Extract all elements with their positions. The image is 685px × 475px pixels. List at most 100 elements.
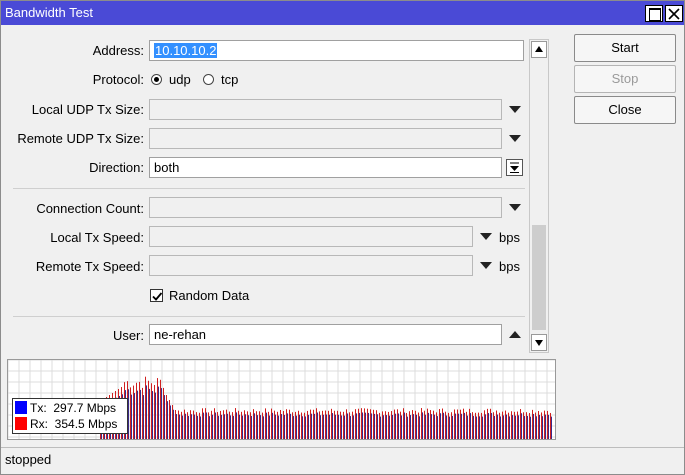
tx-bar bbox=[416, 414, 417, 439]
remote-tx-speed-label: Remote Tx Speed: bbox=[35, 259, 144, 274]
user-collapse-icon[interactable] bbox=[509, 331, 521, 338]
tx-bar bbox=[179, 414, 180, 439]
tx-bar bbox=[428, 412, 429, 439]
direction-dropdown-button[interactable] bbox=[506, 159, 523, 176]
tx-bar bbox=[455, 413, 456, 439]
rx-bar bbox=[352, 411, 353, 439]
tx-bar bbox=[389, 415, 390, 439]
tx-bar bbox=[506, 414, 507, 439]
tx-bar bbox=[203, 412, 204, 439]
rx-bar bbox=[187, 412, 188, 439]
rx-bar bbox=[412, 410, 413, 439]
protocol-tcp-radio[interactable] bbox=[203, 74, 214, 85]
scrollbar-thumb[interactable] bbox=[532, 225, 546, 330]
tx-bar bbox=[161, 388, 162, 439]
direction-select[interactable]: both bbox=[149, 157, 502, 178]
tx-bar bbox=[182, 415, 183, 439]
tx-bar bbox=[215, 412, 216, 439]
local-tx-speed-dropdown-icon[interactable] bbox=[480, 233, 492, 240]
local-tx-speed-field[interactable] bbox=[149, 226, 473, 247]
rx-bar bbox=[427, 408, 428, 439]
rx-value: 354.5 Mbps bbox=[54, 417, 118, 431]
rx-bar bbox=[133, 385, 134, 439]
rx-bar bbox=[325, 410, 326, 439]
rx-bar bbox=[307, 410, 308, 439]
tx-value: 297.7 Mbps bbox=[53, 401, 117, 415]
user-input[interactable]: ne-rehan bbox=[149, 324, 502, 345]
remote-udp-tx-size-field[interactable] bbox=[149, 128, 502, 149]
tx-bar bbox=[224, 414, 225, 439]
rx-bar bbox=[175, 410, 176, 439]
rx-bar bbox=[379, 412, 380, 439]
tx-bar bbox=[482, 416, 483, 439]
rx-bar bbox=[343, 411, 344, 439]
scroll-up-button[interactable] bbox=[531, 41, 547, 58]
tx-bar bbox=[401, 415, 402, 439]
rx-bar bbox=[373, 409, 374, 439]
form-scrollbar[interactable] bbox=[529, 39, 549, 353]
rx-bar bbox=[523, 412, 524, 439]
tx-bar bbox=[419, 416, 420, 439]
rx-bar bbox=[529, 412, 530, 439]
start-button[interactable]: Start bbox=[574, 34, 676, 62]
tx-bar bbox=[146, 385, 147, 439]
settings-form: Address: 10.10.10.2 Protocol: udp tcp Lo… bbox=[5, 33, 551, 353]
tx-bar bbox=[281, 414, 282, 439]
connection-count-dropdown-icon[interactable] bbox=[509, 204, 521, 211]
rx-bar bbox=[271, 408, 272, 439]
rx-bar bbox=[190, 410, 191, 439]
tx-bar bbox=[221, 414, 222, 439]
rx-bar bbox=[142, 387, 143, 439]
rx-bar bbox=[382, 411, 383, 439]
tx-bar bbox=[260, 415, 261, 439]
rx-bar bbox=[550, 412, 551, 439]
title-bar[interactable]: Bandwidth Test bbox=[1, 1, 684, 25]
tx-bar bbox=[371, 413, 372, 439]
remote-udp-tx-size-dropdown-icon[interactable] bbox=[509, 135, 521, 142]
rx-bar bbox=[157, 378, 158, 439]
tx-bar bbox=[536, 416, 537, 439]
protocol-udp-radio[interactable] bbox=[151, 74, 162, 85]
tx-bar bbox=[311, 413, 312, 439]
rx-bar bbox=[193, 410, 194, 439]
address-input[interactable]: 10.10.10.2 bbox=[149, 40, 524, 61]
stop-button[interactable]: Stop bbox=[574, 65, 676, 93]
tx-bar bbox=[368, 412, 369, 439]
close-window-button[interactable] bbox=[665, 5, 683, 22]
tx-bar bbox=[395, 413, 396, 439]
rx-bar bbox=[475, 412, 476, 439]
local-udp-tx-size-dropdown-icon[interactable] bbox=[509, 106, 521, 113]
tx-bar bbox=[500, 416, 501, 439]
tx-bar bbox=[299, 414, 300, 439]
connection-count-label: Connection Count: bbox=[36, 201, 144, 216]
rx-bar bbox=[154, 385, 155, 439]
rx-bar bbox=[403, 408, 404, 439]
rx-bar bbox=[508, 412, 509, 439]
scroll-down-button[interactable] bbox=[531, 334, 547, 351]
rx-bar bbox=[430, 410, 431, 439]
rx-bar bbox=[469, 408, 470, 439]
tx-bar bbox=[206, 412, 207, 439]
tx-bar bbox=[344, 415, 345, 439]
local-udp-tx-size-field[interactable] bbox=[149, 99, 502, 120]
tx-bar bbox=[392, 414, 393, 439]
maximize-button[interactable] bbox=[645, 5, 663, 22]
remote-tx-speed-field[interactable] bbox=[149, 255, 473, 276]
rx-bar bbox=[247, 411, 248, 439]
connection-count-field[interactable] bbox=[149, 197, 502, 218]
tx-bar bbox=[458, 413, 459, 439]
tx-bar bbox=[233, 415, 234, 439]
tx-bar bbox=[347, 413, 348, 439]
tx-bar bbox=[530, 416, 531, 439]
rx-bar bbox=[376, 410, 377, 439]
tx-bar bbox=[302, 416, 303, 439]
remote-tx-speed-dropdown-icon[interactable] bbox=[480, 262, 492, 269]
random-data-checkbox[interactable] bbox=[150, 289, 163, 302]
tx-bar bbox=[476, 416, 477, 439]
rx-bar bbox=[238, 410, 239, 439]
tx-bar bbox=[272, 412, 273, 439]
close-button[interactable]: Close bbox=[574, 96, 676, 124]
tx-bar bbox=[341, 415, 342, 439]
tx-bar bbox=[323, 414, 324, 439]
tx-bar bbox=[464, 412, 465, 439]
